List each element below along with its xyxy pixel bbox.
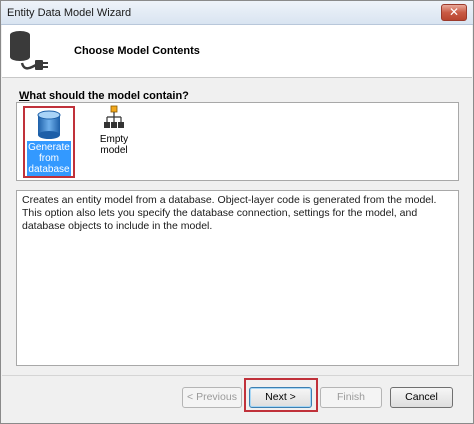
footer-divider (2, 375, 472, 376)
model-contents-prompt: What should the model contain? (19, 90, 189, 102)
model-choices-list: Generate from database Empty model (16, 102, 459, 181)
wizard-header: Choose Model Contents (2, 25, 472, 78)
database-plug-icon (10, 31, 48, 70)
window-title: Entity Data Model Wizard (7, 7, 132, 19)
generate-from-database-label: Generate from database (27, 141, 71, 176)
generate-from-database-option[interactable]: Generate from database (23, 106, 75, 178)
empty-model-label: Empty model (99, 134, 129, 156)
page-title: Choose Model Contents (74, 45, 200, 57)
title-bar: Entity Data Model Wizard ✕ (1, 1, 473, 25)
database-icon (37, 110, 61, 139)
previous-button[interactable]: < Previous (182, 387, 242, 408)
close-button[interactable]: ✕ (441, 4, 467, 21)
next-button[interactable]: Next > (249, 387, 312, 408)
cancel-button[interactable]: Cancel (390, 387, 453, 408)
prompt-text: hat should the model contain? (29, 90, 189, 102)
finish-button[interactable]: Finish (320, 387, 382, 408)
option-description: Creates an entity model from a database.… (16, 190, 459, 366)
wizard-window: Entity Data Model Wizard ✕ Choose Model … (0, 0, 474, 424)
empty-model-icon (104, 105, 124, 128)
prompt-accelerator: W (19, 90, 30, 102)
empty-model-option[interactable]: Empty model (85, 105, 143, 177)
